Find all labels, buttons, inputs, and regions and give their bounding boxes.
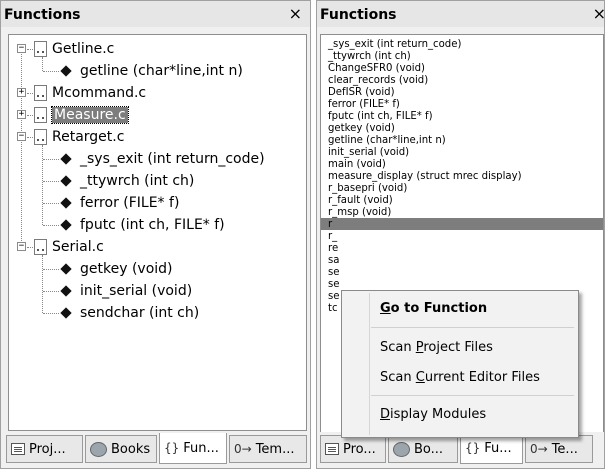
tree-connector	[43, 159, 59, 160]
file-icon	[34, 41, 47, 57]
functions-icon: {}	[164, 441, 180, 455]
panel-tab-bar: Proj... Books {} Fun... 0→ Tem...	[1, 432, 310, 468]
function-icon	[60, 175, 72, 187]
project-icon	[11, 443, 25, 455]
tab-books[interactable]: Bo...	[388, 435, 458, 463]
collapse-icon[interactable]: −	[17, 242, 26, 251]
tree-file-item[interactable]: Measure.c	[51, 104, 129, 126]
tab-templates[interactable]: 0→ Tem...	[229, 435, 307, 463]
collapse-icon[interactable]: −	[17, 132, 26, 141]
tree-function-item[interactable]: init_serial (void)	[80, 280, 192, 302]
tree-file-item[interactable]: Mcommand.c	[52, 82, 146, 104]
tree-file-item[interactable]: Serial.c	[52, 236, 104, 258]
file-icon	[34, 129, 47, 145]
function-icon	[60, 65, 72, 77]
function-icon	[60, 197, 72, 209]
menu-item-display-modules[interactable]: Display Modules	[380, 407, 486, 422]
tree-connector	[43, 203, 59, 204]
tree-connector	[27, 93, 33, 94]
function-list-item[interactable]: tc	[328, 301, 338, 314]
tab-label: Tem...	[255, 441, 295, 457]
tab-label: Fu...	[484, 440, 512, 456]
tree-connector	[43, 313, 59, 314]
menu-gutter	[369, 293, 370, 435]
function-list-item[interactable]: r_msp (void)	[328, 205, 391, 218]
selection-highlight	[321, 218, 603, 230]
tab-label: Pro...	[343, 441, 376, 457]
file-name: Mcommand.c	[52, 85, 147, 101]
tree-function-item[interactable]: getkey (void)	[80, 258, 173, 280]
tab-label: Proj...	[29, 441, 66, 457]
menu-item-go-to-function[interactable]: Go to Function	[380, 301, 487, 316]
tree-file-item[interactable]: Retarget.c	[52, 126, 124, 148]
tree-connector	[43, 269, 59, 270]
panel-titlebar: Functions ×	[317, 1, 604, 27]
collapse-icon[interactable]: −	[17, 44, 26, 53]
project-icon	[325, 443, 339, 455]
file-icon	[34, 239, 47, 255]
menu-separator	[371, 327, 574, 328]
file-name: Measure.c	[51, 106, 129, 124]
menu-item-scan-project-files[interactable]: Scan Project Files	[380, 340, 493, 355]
tree-connector	[27, 115, 33, 116]
function-icon	[60, 285, 72, 297]
tree-connector	[42, 57, 43, 71]
tree-connector	[43, 225, 59, 226]
tree-connector	[42, 145, 43, 225]
tree-connector	[43, 71, 59, 72]
tree-connector	[27, 49, 33, 50]
context-menu: Go to Function Scan Project Files Scan C…	[341, 290, 579, 438]
expand-icon[interactable]: +	[17, 88, 26, 97]
tab-label: Te...	[551, 441, 578, 457]
tree-function-item[interactable]: _ttywrch (int ch)	[80, 170, 194, 192]
tree-function-item[interactable]: sendchar (int ch)	[80, 302, 199, 324]
tree-connector	[43, 291, 59, 292]
tab-project[interactable]: Pro...	[320, 435, 386, 463]
tree-function-item[interactable]: fputc (int ch, FILE* f)	[80, 214, 225, 236]
menu-separator	[371, 395, 574, 396]
file-icon	[34, 85, 47, 101]
functions-icon: {}	[465, 441, 481, 455]
menu-item-scan-current-editor-files[interactable]: Scan Current Editor Files	[380, 370, 540, 385]
tab-templates[interactable]: 0→ Te...	[525, 435, 593, 463]
file-name: Getline.c	[52, 41, 115, 57]
panel-titlebar: Functions ×	[1, 1, 310, 27]
file-icon	[34, 107, 47, 123]
books-icon	[393, 441, 410, 457]
function-icon	[60, 307, 72, 319]
tree-connector	[27, 247, 33, 248]
function-tree[interactable]: − Getline.c getline (char*line,int n) + Mcom…	[8, 34, 307, 431]
tab-label: Books	[111, 441, 151, 457]
functions-panel-left: Functions × − Getline.c getline (char*line…	[0, 0, 311, 469]
function-icon	[60, 153, 72, 165]
tree-function-item[interactable]: ferror (FILE* f)	[80, 192, 179, 214]
panel-title: Functions	[320, 7, 397, 23]
templates-icon: 0→	[234, 442, 252, 456]
tree-file-item[interactable]: Getline.c	[52, 38, 114, 60]
tab-label: Fun...	[183, 440, 219, 456]
tab-books[interactable]: Books	[85, 435, 157, 463]
tab-project[interactable]: Proj...	[6, 435, 83, 463]
function-icon	[60, 219, 72, 231]
tab-functions[interactable]: {} Fun...	[159, 433, 227, 464]
books-icon	[90, 441, 107, 457]
function-icon	[60, 263, 72, 275]
tree-connector	[27, 137, 33, 138]
tab-label: Bo...	[414, 441, 444, 457]
close-icon[interactable]: ×	[289, 4, 302, 23]
tree-connector	[42, 255, 43, 313]
file-name: Retarget.c	[52, 129, 125, 145]
tree-function-item[interactable]: getline (char*line,int n)	[80, 60, 243, 82]
panel-title: Functions	[4, 7, 81, 23]
file-name: Serial.c	[52, 239, 104, 255]
tree-connector	[21, 49, 22, 247]
expand-icon[interactable]: +	[17, 110, 26, 119]
close-icon[interactable]: ×	[593, 4, 604, 23]
tree-function-item[interactable]: _sys_exit (int return_code)	[80, 148, 265, 170]
templates-icon: 0→	[530, 442, 548, 456]
tree-connector	[43, 181, 59, 182]
